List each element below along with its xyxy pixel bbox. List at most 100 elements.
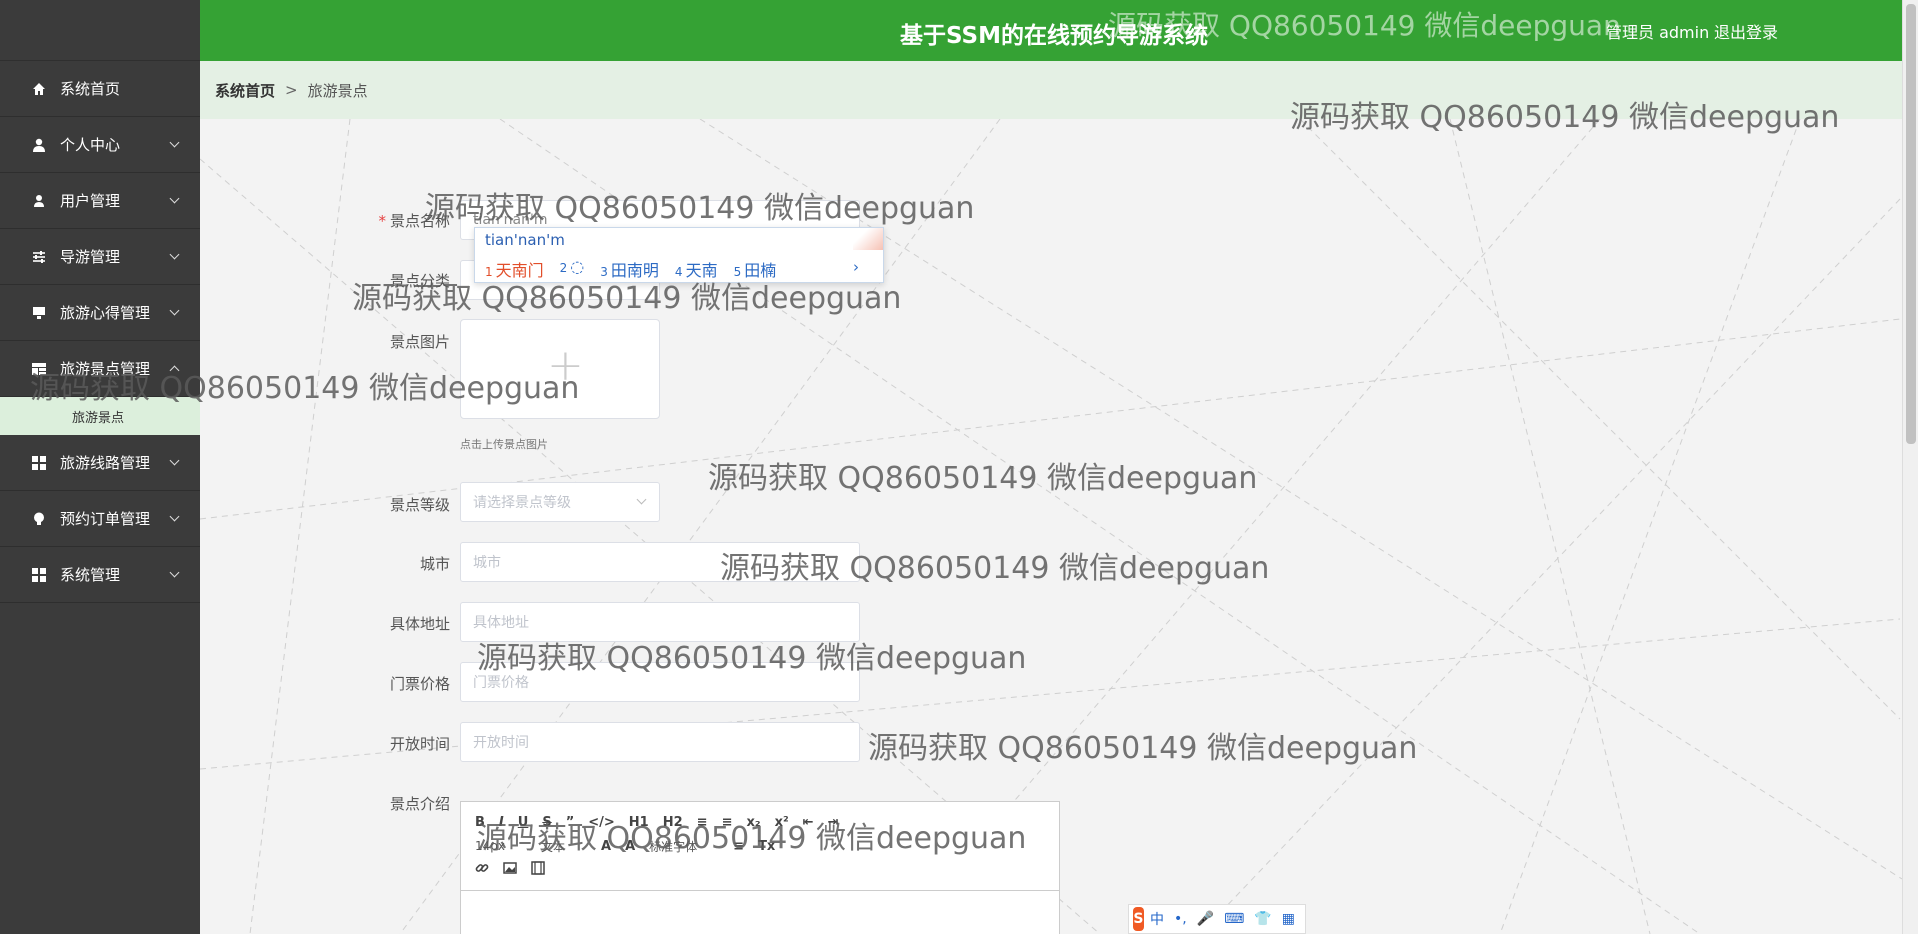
header-select[interactable]: 文本 xyxy=(541,838,565,855)
image-upload[interactable]: + xyxy=(460,319,660,419)
sidebar-item-label: 旅游景点管理 xyxy=(60,360,151,378)
clean-format-button[interactable]: Tx xyxy=(758,839,775,854)
chevron-down-icon xyxy=(169,137,180,148)
ime-mode-button[interactable]: 中 xyxy=(1150,909,1164,929)
breadcrumb: 系统首页 > 旅游景点 xyxy=(200,61,1902,119)
align-button[interactable]: ≡ xyxy=(733,839,744,854)
rich-text-editor[interactable]: B I U S ” </> H1 H2 ≡ ≡ x₂ x² ⇤ ⇥ 14px 文… xyxy=(460,801,1060,934)
scrollbar-thumb[interactable] xyxy=(1906,4,1916,444)
strike-button[interactable]: S xyxy=(542,815,551,830)
user-icon xyxy=(32,194,46,208)
italic-button[interactable]: I xyxy=(499,815,504,830)
sidebar-item-label: 用户管理 xyxy=(60,192,121,210)
editor-toolbar: B I U S ” </> H1 H2 ≡ ≡ x₂ x² ⇤ ⇥ 14px 文… xyxy=(461,802,1059,891)
ime-toolbar[interactable]: S 中 •, 🎤 ⌨ 👕 ▦ xyxy=(1128,904,1306,934)
sidebar-item-label: 旅游线路管理 xyxy=(60,454,151,472)
name-label: * 景点名称 xyxy=(330,210,450,231)
chevron-down-icon xyxy=(169,249,180,260)
sidebar-item-label: 系统首页 xyxy=(60,80,121,98)
image-icon[interactable] xyxy=(503,861,517,879)
price-label: 门票价格 xyxy=(389,675,450,693)
bullet-list-button[interactable]: ≡ xyxy=(722,815,733,830)
ime-next-page-button[interactable]: › xyxy=(853,258,859,276)
subscript-button[interactable]: x₂ xyxy=(746,815,760,830)
video-icon[interactable] xyxy=(531,861,545,879)
plus-icon: + xyxy=(547,340,584,391)
font-family-select[interactable]: 标准字体 xyxy=(649,838,697,855)
ime-punctuation-button[interactable]: •, xyxy=(1174,911,1187,927)
home-icon xyxy=(32,82,46,96)
h2-button[interactable]: H2 xyxy=(663,815,683,830)
name-label-text: 景点名称 xyxy=(389,212,450,230)
breadcrumb-home[interactable]: 系统首页 xyxy=(215,80,275,101)
outdent-button[interactable]: ⇤ xyxy=(803,815,814,830)
sidebar-item-system[interactable]: 系统管理 xyxy=(0,547,200,603)
submenu-item-label: 旅游景点 xyxy=(72,410,125,426)
logout-link[interactable]: 退出登录 xyxy=(1714,19,1778,43)
ime-candidate-text: 天南门 xyxy=(495,261,544,280)
ime-candidates: 1 天南门 2 ◌ 3 田南明 4 天南 5 田楠 xyxy=(485,257,792,281)
ime-candidate[interactable]: 4 天南 xyxy=(675,257,718,281)
font-color-button[interactable]: A xyxy=(601,839,611,854)
sogou-logo-icon: S xyxy=(1133,907,1144,931)
ime-candidate-text: 天南 xyxy=(685,261,718,280)
indent-button[interactable]: ⇥ xyxy=(828,815,839,830)
quote-button[interactable]: ” xyxy=(566,815,575,830)
city-placeholder: 城市 xyxy=(473,555,501,571)
sidebar-item-home[interactable]: 系统首页 xyxy=(0,61,200,117)
sidebar-item-label: 旅游心得管理 xyxy=(60,304,151,322)
skin-icon[interactable]: 👕 xyxy=(1254,911,1271,927)
sidebar-item-label: 导游管理 xyxy=(60,248,121,266)
grid-icon xyxy=(32,567,46,582)
price-input[interactable]: 门票价格 xyxy=(460,662,860,702)
sidebar-item-label: 预约订单管理 xyxy=(60,510,151,528)
ime-candidate-number: 5 xyxy=(733,265,742,279)
sidebar-item-label: 个人中心 xyxy=(60,136,121,154)
ime-candidate[interactable]: 1 天南门 xyxy=(485,257,544,281)
sidebar-item-scenic-spots[interactable]: 旅游景点管理 xyxy=(0,341,200,397)
ime-composition: tian'nan'm xyxy=(485,231,565,249)
keyboard-icon[interactable]: ⌨ xyxy=(1224,911,1244,927)
sidebar-item-routes[interactable]: 旅游线路管理 xyxy=(0,435,200,491)
ime-candidate[interactable]: 2 ◌ xyxy=(560,257,585,281)
city-input[interactable]: 城市 xyxy=(460,542,860,582)
h1-button[interactable]: H1 xyxy=(629,815,649,830)
superscript-button[interactable]: x² xyxy=(775,815,789,830)
sidebar-item-travel-notes[interactable]: 旅游心得管理 xyxy=(0,285,200,341)
link-icon[interactable] xyxy=(475,861,489,879)
bulb-icon xyxy=(32,512,46,526)
breadcrumb-current: 旅游景点 xyxy=(307,81,368,100)
submenu-item-scenic-spot[interactable]: 旅游景点 xyxy=(0,397,200,435)
sidebar-item-guides[interactable]: 导游管理 xyxy=(0,229,200,285)
image-label: 景点图片 xyxy=(389,333,450,351)
vertical-scrollbar[interactable] xyxy=(1902,0,1918,934)
ime-skin-decoration xyxy=(853,228,883,250)
level-select[interactable]: 请选择景点等级 xyxy=(460,482,660,522)
ime-candidate[interactable]: 5 田楠 xyxy=(734,257,777,281)
bold-button[interactable]: B xyxy=(475,815,485,830)
ime-candidate[interactable]: 3 田南明 xyxy=(600,257,659,281)
toolbox-icon[interactable]: ▦ xyxy=(1282,911,1295,927)
ordered-list-button[interactable]: ≡ xyxy=(697,815,708,830)
page-title: 基于SSM的在线预约导游系统 xyxy=(900,23,1208,49)
address-input[interactable]: 具体地址 xyxy=(460,602,860,642)
sidebar-item-personal-center[interactable]: 个人中心 xyxy=(0,117,200,173)
background-color-button[interactable]: A xyxy=(625,839,635,854)
ime-candidate-popup[interactable]: tian'nan'm 1 天南门 2 ◌ 3 田南明 4 天南 5 田楠 › xyxy=(474,227,884,283)
chevron-down-icon xyxy=(169,193,180,204)
level-label: 景点等级 xyxy=(389,496,450,514)
sidebar-item-users[interactable]: 用户管理 xyxy=(0,173,200,229)
city-label: 城市 xyxy=(419,555,450,573)
monitor-icon xyxy=(32,306,46,320)
sidebar-item-orders[interactable]: 预约订单管理 xyxy=(0,491,200,547)
code-button[interactable]: </> xyxy=(588,815,615,830)
underline-button[interactable]: U xyxy=(518,815,529,830)
microphone-icon[interactable]: 🎤 xyxy=(1197,911,1214,927)
category-label: 景点分类 xyxy=(389,272,450,290)
name-input-value: tian'nan'm xyxy=(473,212,548,228)
open-time-input[interactable]: 开放时间 xyxy=(460,722,860,762)
ime-candidate-text: 田南明 xyxy=(610,261,659,280)
font-size-select[interactable]: 14px xyxy=(475,839,505,853)
sliders-icon xyxy=(32,250,46,264)
ime-candidate-number: 2 xyxy=(559,261,568,275)
